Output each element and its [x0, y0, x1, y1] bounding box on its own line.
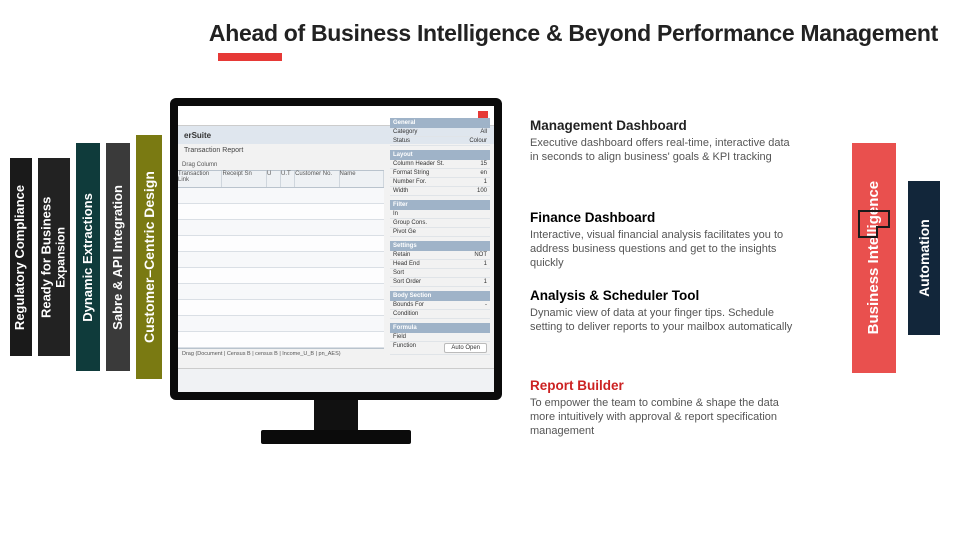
grid-row — [178, 204, 384, 220]
prop-row: Bounds For- — [390, 301, 490, 310]
prop-row: Width100 — [390, 187, 490, 196]
tab-label: Ready for BusinessExpansion — [40, 196, 69, 317]
feature-management-dashboard: Management Dashboard Executive dashboard… — [530, 118, 800, 165]
pillar-label: Automation — [916, 219, 932, 297]
tab-customer-centric: Customer–Centric Design — [136, 135, 162, 379]
tab-regulatory-compliance: Regulatory Compliance — [10, 158, 32, 356]
prop-row: Column Header St.15 — [390, 160, 490, 169]
feature-analysis-scheduler: Analysis & Scheduler Tool Dynamic view o… — [530, 288, 800, 335]
prop-row: StatusColour — [390, 137, 490, 146]
grid-footer-hint: Drag (Document | Census B | census B | I… — [178, 348, 384, 359]
slide-title: Ahead of Business Intelligence & Beyond … — [209, 20, 938, 47]
prop-row: Field — [390, 333, 490, 342]
title-accent — [218, 53, 282, 61]
feature-heading: Management Dashboard — [530, 118, 800, 133]
prop-row: Head End1 — [390, 260, 490, 269]
dashboard-icon — [858, 210, 890, 238]
prop-row: Number For.1 — [390, 178, 490, 187]
panel-section-header: General — [390, 118, 490, 128]
grid-row — [178, 316, 384, 332]
prop-row: In — [390, 210, 490, 219]
grid-row — [178, 300, 384, 316]
grid-row — [178, 332, 384, 348]
feature-body: Interactive, visual financial analysis f… — [530, 229, 800, 270]
panel-section-header: Formula — [390, 323, 490, 333]
prop-row: Format Stringen — [390, 169, 490, 178]
col-header: Receipt Sn — [222, 171, 266, 187]
tab-label: Customer–Centric Design — [141, 171, 157, 343]
grid-row — [178, 284, 384, 300]
col-header: U.T — [281, 171, 295, 187]
grid-row — [178, 236, 384, 252]
tab-label: Regulatory Compliance — [14, 184, 29, 329]
feature-body: Dynamic view of data at your finger tips… — [530, 307, 800, 335]
prop-row: Condition — [390, 310, 490, 319]
prop-row: Sort Order1 — [390, 278, 490, 287]
col-header: Name — [340, 171, 384, 187]
col-header: Customer No. — [295, 171, 339, 187]
grid-row — [178, 188, 384, 204]
col-header: U — [267, 171, 281, 187]
panel-section-header: Layout — [390, 150, 490, 160]
pillar-label: Business Intelligence — [865, 181, 882, 334]
tab-sabre-api: Sabre & API Integration — [106, 143, 130, 371]
grid-header: Transaction Link Receipt Sn U U.T Custom… — [178, 170, 384, 188]
tab-label: Dynamic Extractions — [81, 193, 96, 322]
pillar-automation: Automation — [908, 181, 940, 335]
grid-row — [178, 268, 384, 284]
panel-section-header: Settings — [390, 241, 490, 251]
prop-row: RetainNOT — [390, 251, 490, 260]
prop-row: Group Cons. — [390, 219, 490, 228]
tab-label: Sabre & API Integration — [111, 185, 126, 330]
prop-row: Pivot Ge — [390, 228, 490, 237]
monitor-mockup: erSuite Transaction Report Drag Column T… — [170, 98, 502, 450]
app-screenshot: erSuite Transaction Report Drag Column T… — [178, 106, 494, 392]
panel-section-header: Filter — [390, 200, 490, 210]
feature-finance-dashboard: Finance Dashboard Interactive, visual fi… — [530, 210, 800, 270]
feature-body: Executive dashboard offers real-time, in… — [530, 137, 800, 165]
feature-heading: Report Builder — [530, 378, 800, 393]
feature-body: To empower the team to combine & shape t… — [530, 397, 800, 438]
prop-row: FunctionAuto Open — [390, 342, 490, 355]
status-bar — [178, 368, 494, 392]
pillar-business-intelligence: Business Intelligence — [852, 143, 896, 373]
prop-row: Sort — [390, 269, 490, 278]
grid-row — [178, 252, 384, 268]
properties-panel: General CategoryAll StatusColour Layout … — [390, 114, 490, 355]
feature-heading: Finance Dashboard — [530, 210, 800, 225]
prop-row: CategoryAll — [390, 128, 490, 137]
monitor-bezel: erSuite Transaction Report Drag Column T… — [170, 98, 502, 400]
tab-dynamic-extractions: Dynamic Extractions — [76, 143, 100, 371]
monitor-stand-neck — [314, 400, 358, 430]
monitor-stand-base — [261, 430, 411, 444]
panel-section-header: Body Section — [390, 291, 490, 301]
feature-report-builder: Report Builder To empower the team to co… — [530, 378, 800, 438]
grid-row — [178, 220, 384, 236]
report-grid: Drag Column Transaction Link Receipt Sn … — [178, 160, 384, 366]
feature-heading: Analysis & Scheduler Tool — [530, 288, 800, 303]
col-header: Transaction Link — [178, 171, 222, 187]
grid-drag-hint: Drag Column — [178, 160, 384, 170]
tab-ready-for-business: Ready for BusinessExpansion — [38, 158, 70, 356]
